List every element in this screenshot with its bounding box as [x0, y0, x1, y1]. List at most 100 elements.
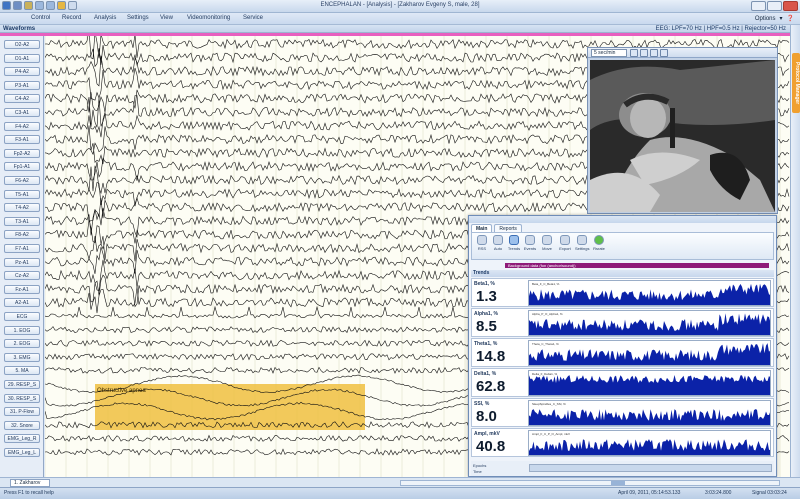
channel-label[interactable]: ECG	[4, 312, 40, 321]
channel-label[interactable]: 3. EMG	[4, 352, 40, 362]
tab-patient-record[interactable]: 1. Zakharov E.S.	[10, 479, 50, 493]
channel-label[interactable]: 1. EOG	[4, 325, 40, 335]
camera-icon[interactable]	[630, 49, 638, 57]
trends-button[interactable]: Trends	[507, 235, 521, 251]
rsrate-button[interactable]: Rsrate	[592, 235, 606, 251]
trends-title-bar	[469, 216, 776, 223]
settings-button[interactable]: Settings	[575, 235, 589, 251]
events-label: Events	[523, 246, 537, 251]
maximize-button[interactable]	[767, 1, 782, 11]
settings-icon	[577, 235, 587, 245]
menu-service[interactable]: Service	[243, 15, 263, 21]
channel-label[interactable]: T3-A1	[4, 216, 40, 226]
channel-label[interactable]: 5. MA	[4, 366, 40, 376]
trend-chart[interactable]: Beta_F_C_Beta1, %	[528, 280, 771, 306]
channel-label[interactable]: 29. RESP_S	[4, 380, 40, 389]
events-button[interactable]: Events	[523, 235, 537, 251]
filter-settings[interactable]: EEG: LPF=70 Hz | HPF=0.5 Hz | Rejector=5…	[656, 26, 786, 32]
channel-label[interactable]: Fp1-A1	[4, 162, 40, 172]
horizontal-scrollbar[interactable]	[400, 480, 780, 486]
fullscreen-icon[interactable]	[650, 49, 658, 57]
channel-label[interactable]: O2-A2	[4, 40, 40, 49]
help-icon[interactable]: ❓	[787, 15, 794, 22]
channel-label[interactable]: T5-A1	[4, 189, 40, 199]
export-icon	[560, 235, 570, 245]
channel-label[interactable]: F4-A2	[4, 121, 40, 131]
waveforms-header: Waveforms EEG: LPF=70 Hz | HPF=0.5 Hz | …	[0, 25, 790, 33]
rsrate-label: Rsrate	[593, 246, 605, 251]
channel-label[interactable]: Fp2-A2	[4, 148, 40, 158]
channel-label[interactable]: 2. EOG	[4, 339, 40, 349]
channel-label[interactable]: C4-A2	[4, 94, 40, 104]
rss-icon	[477, 235, 487, 245]
style-icon[interactable]: ▾	[780, 15, 783, 22]
settings-label: Settings	[575, 246, 590, 251]
status-bar: Press F1 to recall help April 09, 2011, …	[0, 487, 800, 499]
trend-name: Alpha1, %	[474, 311, 498, 317]
channel-label[interactable]: Pz-A1	[4, 257, 40, 267]
channel-label[interactable]: P3-A1	[4, 80, 40, 90]
trend-area	[529, 313, 770, 335]
trend-name: Beta1, %	[474, 281, 495, 287]
trend-panel-ssi: SSI, % 8.0 SleepSpindles_C_SSI, %	[471, 398, 774, 427]
menu-analysis[interactable]: Analysis	[94, 15, 116, 21]
trend-area	[529, 343, 770, 365]
waveforms-title: Waveforms	[3, 26, 36, 32]
channel-label[interactable]: O1-A1	[4, 53, 40, 63]
rss-button[interactable]: RSS	[475, 235, 489, 251]
menu-record[interactable]: Record	[62, 15, 81, 21]
channel-label[interactable]: F7-A1	[4, 244, 40, 253]
channel-label[interactable]: A2-A1	[4, 298, 40, 308]
channel-label[interactable]: EMG_Leg_L	[4, 448, 40, 457]
minimize-button[interactable]	[751, 1, 766, 11]
channel-label[interactable]: 31. P-Flow	[4, 407, 40, 417]
protocol-manager-tab[interactable]: Protocol Manager	[792, 53, 800, 113]
channel-label[interactable]: Cz-A2	[4, 271, 40, 281]
menu-videomonitoring[interactable]: Videomonitoring	[187, 15, 230, 21]
channel-label[interactable]: 32. Snore	[4, 420, 40, 430]
trends-time-axis: Epochs Time	[471, 461, 774, 476]
video-window: 5 sec/min	[587, 47, 778, 214]
video-settings-icon[interactable]	[660, 49, 668, 57]
trend-value: 8.5	[476, 318, 497, 335]
move-button[interactable]: Move	[540, 235, 554, 251]
trend-chart-label: SleepSpindles_C_SSI, %	[532, 402, 566, 406]
scroll-thumb[interactable]	[611, 481, 625, 485]
trend-value: 14.8	[476, 348, 506, 365]
status-signal: Signal 03:03:24	[752, 490, 787, 496]
trends-ribbon: RSS Auto Trends Events Move Export Setti…	[471, 232, 774, 260]
options-menu[interactable]: Options	[755, 16, 776, 22]
channel-label[interactable]: F3-A1	[4, 135, 40, 145]
channel-label[interactable]: T4-A2	[4, 203, 40, 213]
snapshot-icon[interactable]	[640, 49, 648, 57]
patient-video-frame	[590, 60, 775, 212]
trend-chart[interactable]: Theta_C_Theta1, %	[528, 340, 771, 366]
trend-area	[529, 439, 770, 455]
channel-label[interactable]: C3-A1	[4, 108, 40, 117]
trends-label: Trends	[507, 246, 521, 251]
video-interval-select[interactable]: 5 sec/min	[591, 49, 627, 57]
time-scroll[interactable]	[529, 464, 772, 472]
export-label: Export	[559, 246, 571, 251]
channel-label[interactable]: 30. RESP_S	[4, 393, 40, 403]
channel-label[interactable]: F6-A2	[4, 176, 40, 185]
channel-label[interactable]: F8-A2	[4, 230, 40, 240]
auto-button[interactable]: Auto	[491, 235, 505, 251]
menu-view[interactable]: View	[160, 15, 173, 21]
trend-chart[interactable]: Ampl_F_C_P_O_Ampl, mkV	[528, 430, 771, 456]
trend-panel-delta: Delta1, % 62.8 Delta_F_Delta1, %	[471, 368, 774, 397]
channel-label-column: O2-A2 O1-A1 P4-A2 P3-A1 C4-A2 C3-A1 F4-A2 F3-A1…	[0, 36, 44, 477]
trend-chart[interactable]: SleepSpindles_C_SSI, %	[528, 400, 771, 426]
rsrate-icon	[594, 235, 604, 245]
channel-label[interactable]: Fz-A1	[4, 284, 40, 294]
trend-name: SSI, %	[474, 401, 490, 407]
channel-label[interactable]: P4-A2	[4, 67, 40, 77]
rss-label: RSS	[477, 246, 487, 251]
channel-label[interactable]: EMG_Leg_R	[4, 434, 40, 444]
menu-control[interactable]: Control	[31, 15, 50, 21]
export-button[interactable]: Export	[558, 235, 572, 251]
menu-settings[interactable]: Settings	[127, 15, 149, 21]
trend-chart[interactable]: Alpha_P_O_Alpha1, %	[528, 310, 771, 336]
close-button[interactable]	[783, 1, 798, 11]
trend-chart[interactable]: Delta_F_Delta1, %	[528, 370, 771, 396]
